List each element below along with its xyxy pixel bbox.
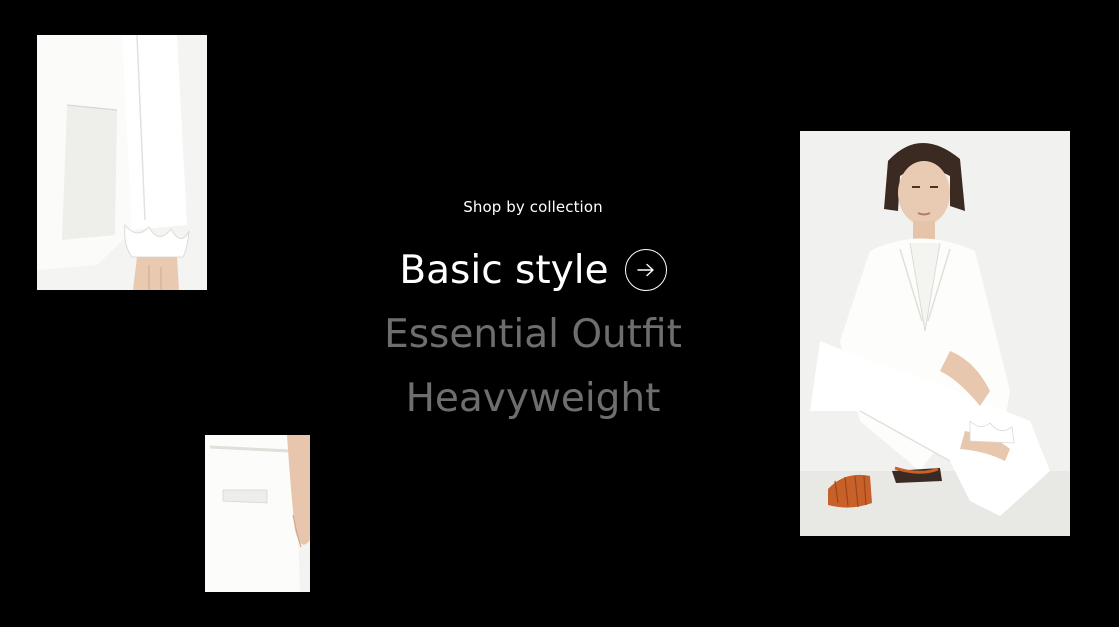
collection-showcase: Shop by collection Basic style Essential… bbox=[0, 0, 1119, 627]
arrow-right-circle-icon[interactable] bbox=[624, 249, 667, 291]
collection-menu: Shop by collection Basic style Essential… bbox=[333, 200, 733, 430]
collection-item-basic-style[interactable]: Basic style bbox=[333, 238, 733, 302]
collection-item-label: Basic style bbox=[399, 247, 609, 293]
collection-item-essential-outfit[interactable]: Essential Outfit bbox=[333, 302, 733, 366]
collection-list: Basic style Essential Outfit Heavyweight bbox=[333, 238, 733, 430]
collection-eyebrow: Shop by collection bbox=[463, 198, 603, 216]
collection-item-label: Heavyweight bbox=[405, 375, 661, 421]
model-white-suit-photo bbox=[800, 131, 1070, 536]
collection-item-label: Essential Outfit bbox=[384, 311, 682, 357]
collection-item-heavyweight[interactable]: Heavyweight bbox=[333, 366, 733, 430]
sleeve-ruffle-cuff-photo bbox=[37, 35, 207, 290]
pants-back-pocket-photo bbox=[205, 435, 310, 592]
